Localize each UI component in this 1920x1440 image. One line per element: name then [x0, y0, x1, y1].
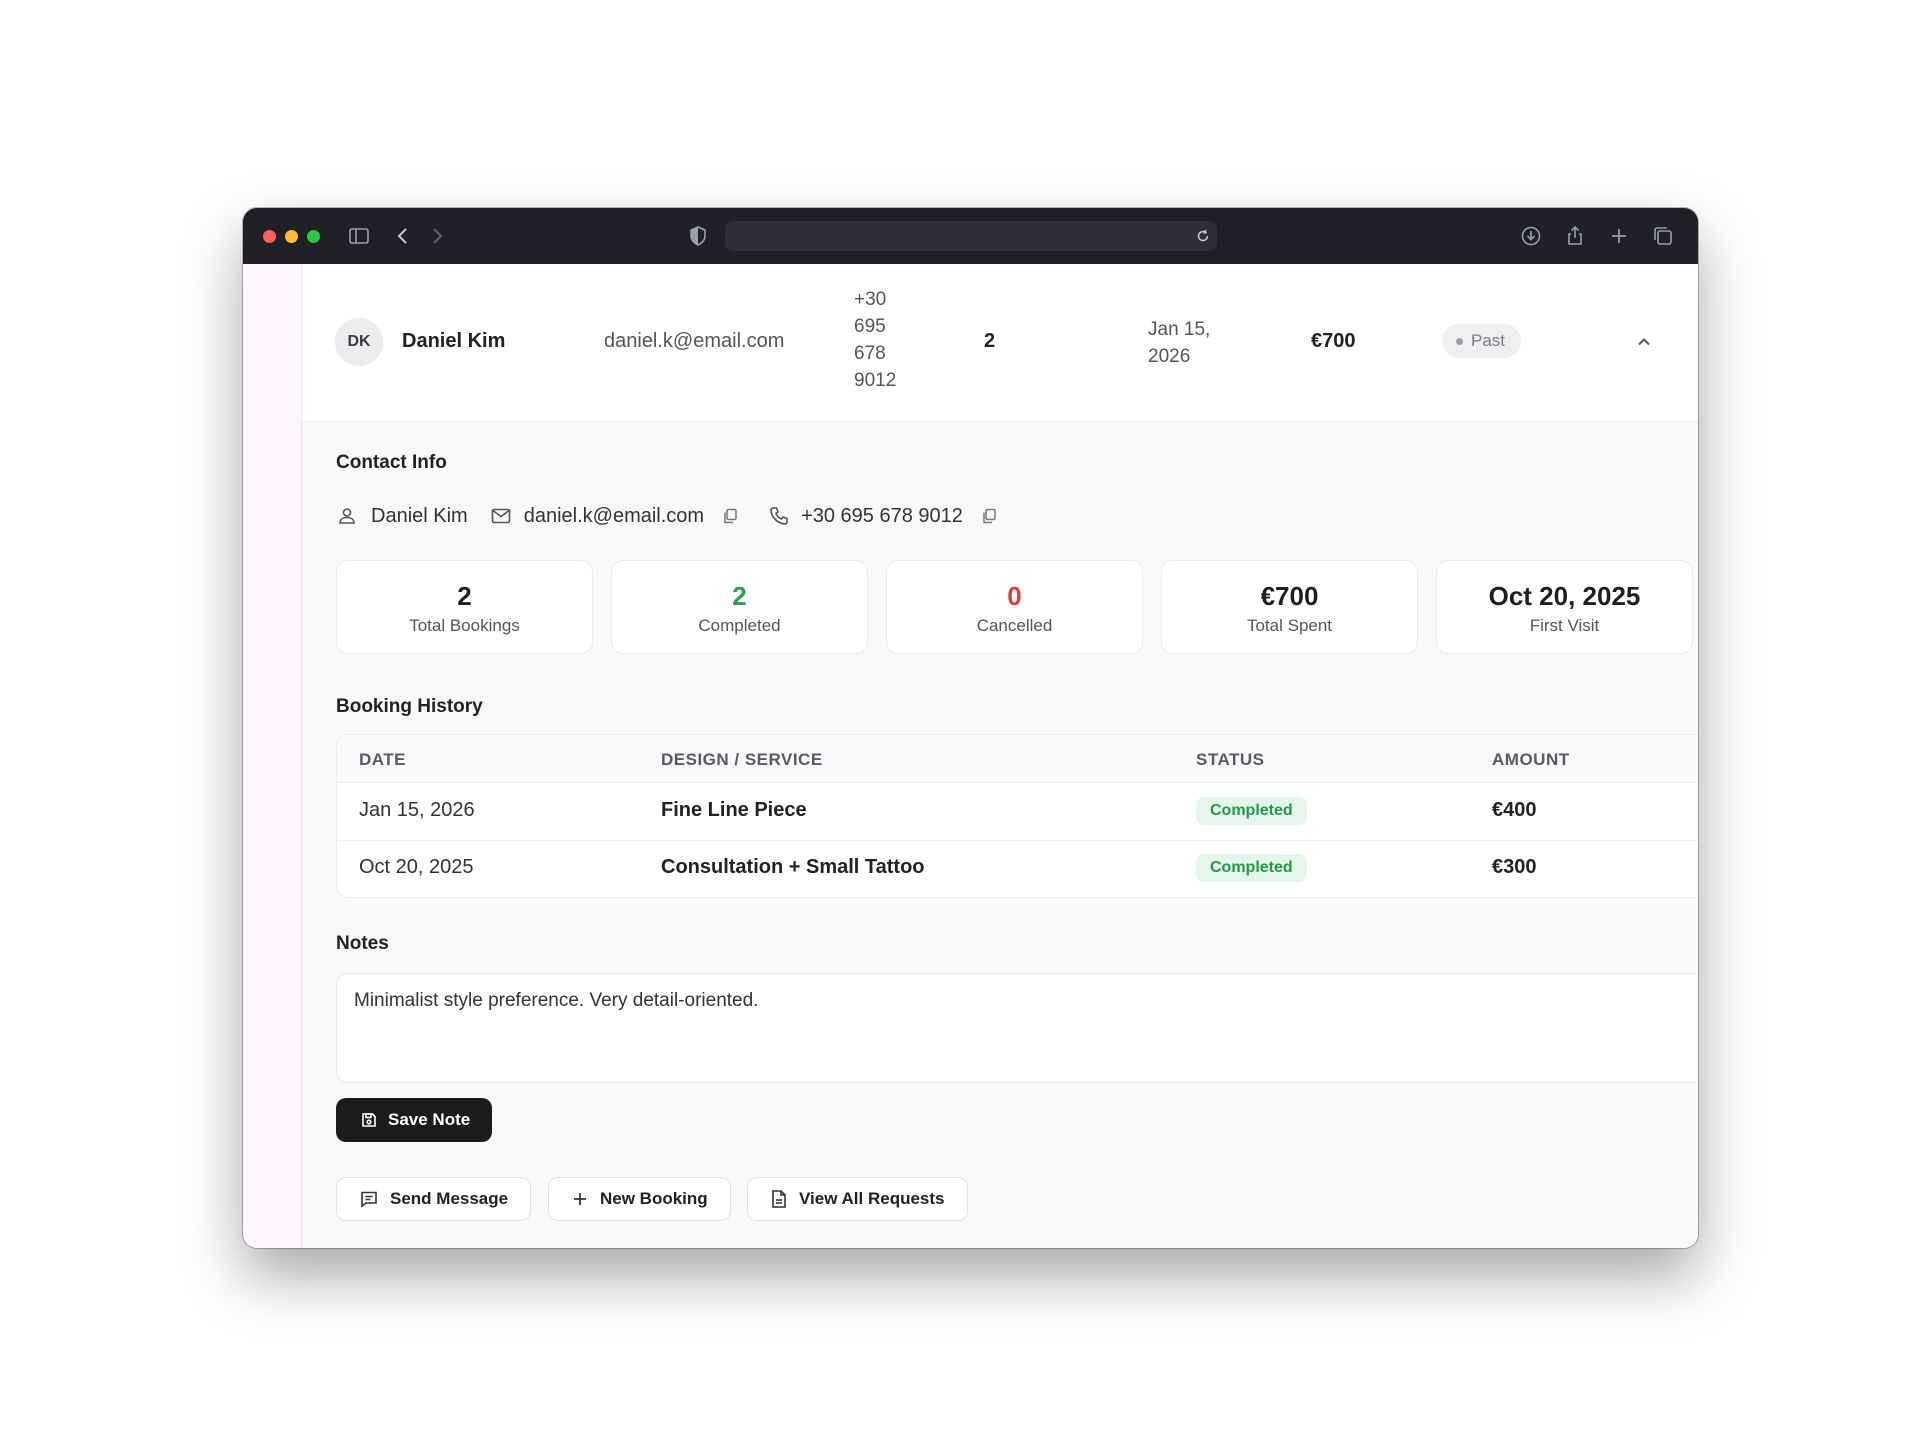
- back-icon[interactable]: [391, 224, 415, 248]
- download-icon[interactable]: [1519, 224, 1543, 248]
- booking-amount: €300: [1492, 856, 1537, 878]
- client-email: daniel.k@email.com: [604, 330, 785, 352]
- new-booking-label: New Booking: [600, 1189, 708, 1208]
- new-booking-button[interactable]: New Booking: [548, 1177, 731, 1221]
- stat-value: €700: [1260, 581, 1319, 611]
- column-header-date: DATE: [359, 750, 407, 769]
- contact-phone: +30 695 678 9012: [801, 504, 963, 527]
- page-content: DK Daniel Kim daniel.k@email.com +30 695…: [243, 264, 1698, 1248]
- client-bookings-count: 2: [984, 330, 996, 352]
- stat-label: Total Bookings: [409, 616, 520, 635]
- stat-label: Cancelled: [976, 616, 1053, 635]
- client-phone: +30 695 678 9012: [854, 289, 897, 391]
- save-icon: [362, 1113, 376, 1127]
- contact-info-line: Daniel Kim daniel.k@email.com +30 695 67…: [336, 501, 998, 531]
- stat-card: Oct 20, 2025 First Visit: [1436, 560, 1693, 654]
- status-badge-label: Past: [1471, 331, 1506, 350]
- sidebar: [243, 264, 302, 1248]
- plus-icon: [574, 1193, 586, 1205]
- copy-email-icon[interactable]: [721, 507, 739, 525]
- browser-toolbar: [243, 208, 1698, 265]
- booking-date: Jan 15, 2026: [359, 799, 475, 821]
- status-pill: Completed: [1196, 854, 1307, 882]
- reload-icon[interactable]: [1195, 228, 1211, 244]
- send-message-label: Send Message: [390, 1189, 509, 1208]
- column-header-service: DESIGN / SERVICE: [661, 750, 823, 769]
- notes-textarea[interactable]: Minimalist style preference. Very detail…: [336, 973, 1698, 1083]
- mail-icon: [490, 505, 512, 527]
- stat-card: 2 Total Bookings: [336, 560, 593, 654]
- stat-label: Completed: [698, 616, 781, 635]
- zoom-window-button[interactable]: [307, 230, 320, 243]
- table-header: DATE DESIGN / SERVICE STATUS AMOUNT: [337, 735, 1698, 783]
- booking-service: Fine Line Piece: [661, 799, 807, 821]
- column-header-status: STATUS: [1196, 750, 1265, 769]
- message-icon: [361, 1191, 377, 1208]
- contact-email: daniel.k@email.com: [523, 504, 705, 527]
- view-all-requests-label: View All Requests: [799, 1189, 945, 1208]
- address-bar[interactable]: [725, 221, 1217, 251]
- client-name: Daniel Kim: [402, 330, 506, 352]
- chevron-up-icon[interactable]: [1634, 332, 1654, 352]
- client-stats: 2 Total Bookings 2 Completed 0 Cancelled…: [336, 560, 1698, 654]
- booking-history-title: Booking History: [336, 696, 483, 717]
- client-total-spent: €700: [1311, 330, 1356, 352]
- stat-card: 0 Cancelled: [886, 560, 1143, 654]
- stat-label: First Visit: [1529, 616, 1600, 635]
- save-note-label: Save Note: [388, 1110, 471, 1129]
- column-header-amount: AMOUNT: [1492, 750, 1570, 769]
- contact-name: Daniel Kim: [371, 504, 468, 527]
- browser-window: DK Daniel Kim daniel.k@email.com +30 695…: [243, 208, 1698, 1248]
- shield-icon[interactable]: [686, 224, 710, 248]
- stat-card: 2 Completed: [611, 560, 868, 654]
- stat-value: 2: [732, 581, 747, 611]
- booking-date: Oct 20, 2025: [359, 856, 474, 878]
- view-all-requests-button[interactable]: View All Requests: [747, 1177, 968, 1221]
- person-icon: [336, 505, 358, 527]
- document-icon: [772, 1190, 786, 1208]
- status-dot-icon: [1456, 337, 1463, 345]
- save-note-button[interactable]: Save Note: [336, 1098, 493, 1142]
- contact-info-title: Contact Info: [336, 452, 447, 473]
- minimize-window-button[interactable]: [285, 230, 298, 243]
- new-tab-icon[interactable]: [1607, 224, 1631, 248]
- notes-title: Notes: [336, 933, 389, 954]
- client-row[interactable]: DK Daniel Kim daniel.k@email.com +30 695…: [302, 264, 1698, 422]
- tabs-overview-icon[interactable]: [1651, 224, 1675, 248]
- share-icon[interactable]: [1563, 224, 1587, 248]
- booking-amount: €400: [1492, 799, 1537, 821]
- table-row[interactable]: Oct 20, 2025 Consultation + Small Tattoo…: [337, 840, 1698, 897]
- status-badge: Past: [1442, 324, 1522, 358]
- close-window-button[interactable]: [263, 230, 276, 243]
- copy-phone-icon[interactable]: [980, 507, 998, 525]
- booking-history-table: DATE DESIGN / SERVICE STATUS AMOUNT Jan …: [336, 734, 1698, 898]
- client-detail-panel: Contact Info Daniel Kim daniel.k@email.c…: [302, 422, 1698, 1248]
- booking-service: Consultation + Small Tattoo: [661, 856, 925, 878]
- stat-label: Total Spent: [1246, 616, 1333, 635]
- stat-value: 2: [457, 581, 472, 611]
- stat-card: €700 Total Spent: [1161, 560, 1418, 654]
- sidebar-toggle-icon[interactable]: [347, 224, 371, 248]
- table-row[interactable]: Jan 15, 2026 Fine Line Piece Completed €…: [337, 783, 1698, 841]
- send-message-button[interactable]: Send Message: [336, 1177, 532, 1221]
- status-pill: Completed: [1196, 797, 1307, 825]
- forward-icon[interactable]: [425, 224, 449, 248]
- avatar: DK: [335, 318, 383, 366]
- phone-icon: [768, 505, 790, 527]
- stat-value: Oct 20, 2025: [1488, 581, 1641, 611]
- client-last-visit: Jan 15, 2026: [1148, 319, 1211, 367]
- stat-value: 0: [1007, 581, 1022, 611]
